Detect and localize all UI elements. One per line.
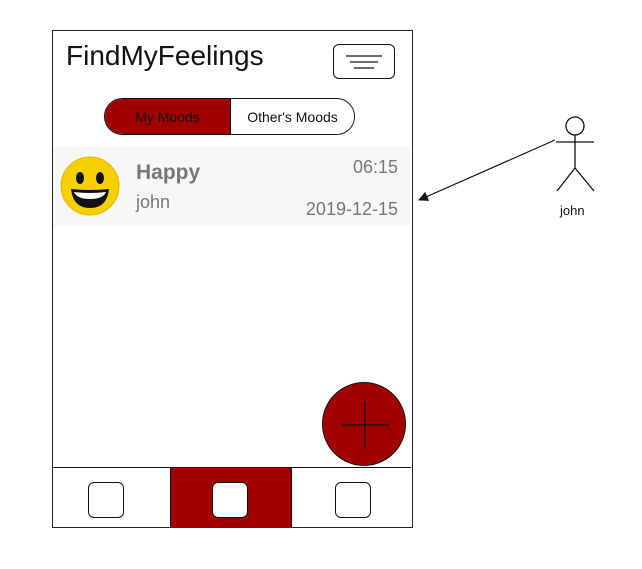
actor-diagram (418, 116, 595, 201)
stick-figure-icon (556, 116, 595, 192)
actor-label: john (560, 203, 585, 218)
association-arrow (418, 139, 556, 201)
